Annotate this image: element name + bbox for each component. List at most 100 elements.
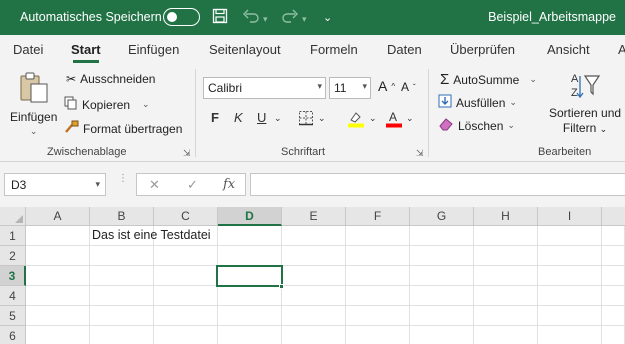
bold-button[interactable]: F: [211, 110, 219, 125]
cell-a2[interactable]: [26, 246, 90, 266]
column-header-e[interactable]: E: [282, 207, 346, 226]
tab-overflow[interactable]: A: [618, 42, 625, 57]
cell-g5[interactable]: [410, 306, 474, 326]
tab-ueberpruefen[interactable]: Überprüfen: [450, 42, 515, 57]
cell-f1[interactable]: [346, 226, 410, 246]
enter-icon[interactable]: ✓: [187, 177, 198, 193]
cell-e1[interactable]: [282, 226, 346, 246]
column-header-g[interactable]: G: [410, 207, 474, 226]
font-color-icon[interactable]: A: [385, 110, 403, 131]
cell-e6[interactable]: [282, 326, 346, 344]
fill-handle[interactable]: [279, 284, 284, 289]
cell-h6[interactable]: [474, 326, 538, 344]
cell-a4[interactable]: [26, 286, 90, 306]
tab-daten[interactable]: Daten: [387, 42, 422, 57]
tab-start[interactable]: Start: [71, 42, 101, 57]
cell-d1[interactable]: [218, 226, 282, 246]
column-header-i[interactable]: I: [538, 207, 602, 226]
paste-button[interactable]: Einfügen ⌄: [10, 71, 57, 137]
sort-filter-button[interactable]: AZ Sortieren und Filtern ⌄: [549, 70, 621, 135]
column-header-j[interactable]: [602, 207, 625, 226]
cell-a1[interactable]: [26, 226, 90, 246]
borders-dropdown-icon[interactable]: ⌄: [318, 113, 326, 124]
cell-d6[interactable]: [218, 326, 282, 344]
font-launcher-icon[interactable]: ⇲: [416, 148, 424, 159]
borders-icon[interactable]: [298, 110, 314, 129]
drag-handle-icon[interactable]: ⋮: [118, 174, 128, 184]
cell-c3[interactable]: [154, 266, 218, 286]
cell-c4[interactable]: [154, 286, 218, 306]
cut-button[interactable]: ✂ Ausschneiden: [66, 72, 155, 86]
cell-i3[interactable]: [538, 266, 602, 286]
cell-g6[interactable]: [410, 326, 474, 344]
cell-h5[interactable]: [474, 306, 538, 326]
cell-e4[interactable]: [282, 286, 346, 306]
autosum-dropdown-icon[interactable]: ⌄: [529, 74, 537, 85]
cell-h1[interactable]: [474, 226, 538, 246]
cell-i5[interactable]: [538, 306, 602, 326]
increase-font-icon[interactable]: A ^: [378, 78, 395, 94]
decrease-font-icon[interactable]: Aˇ: [401, 80, 416, 94]
cell-b4[interactable]: [90, 286, 154, 306]
highlight-dropdown-icon[interactable]: ⌄: [369, 113, 377, 124]
clear-button[interactable]: Löschen ⌄: [438, 117, 515, 134]
cell-b6[interactable]: [90, 326, 154, 344]
tab-einfuegen[interactable]: Einfügen: [128, 42, 179, 57]
cell-d5[interactable]: [218, 306, 282, 326]
italic-button[interactable]: K: [234, 110, 243, 125]
cell-j1[interactable]: [602, 226, 625, 246]
cell-f2[interactable]: [346, 246, 410, 266]
cell-i4[interactable]: [538, 286, 602, 306]
cell-i6[interactable]: [538, 326, 602, 344]
font-size-select[interactable]: 11 ▾: [329, 77, 371, 99]
row-header-3[interactable]: 3: [0, 266, 26, 286]
underline-dropdown-icon[interactable]: ⌄: [274, 113, 282, 124]
row-header-5[interactable]: 5: [0, 306, 26, 326]
cell-c2[interactable]: [154, 246, 218, 266]
row-header-1[interactable]: 1: [0, 226, 26, 246]
cell-g2[interactable]: [410, 246, 474, 266]
cell-a3[interactable]: [26, 266, 90, 286]
cell-b3[interactable]: [90, 266, 154, 286]
autosum-button[interactable]: Σ AutoSumme ⌄: [440, 71, 537, 88]
redo-dropdown-icon[interactable]: ▾: [302, 10, 307, 28]
column-header-d[interactable]: D: [218, 207, 282, 226]
save-icon[interactable]: [212, 8, 228, 29]
autosave-toggle[interactable]: [163, 8, 200, 26]
cell-i2[interactable]: [538, 246, 602, 266]
cell-g3[interactable]: [410, 266, 474, 286]
row-header-2[interactable]: 2: [0, 246, 26, 266]
column-header-a[interactable]: A: [26, 207, 90, 226]
font-color-dropdown-icon[interactable]: ⌄: [406, 113, 414, 124]
cell-h4[interactable]: [474, 286, 538, 306]
cell-j3[interactable]: [602, 266, 625, 286]
fill-button[interactable]: Ausfüllen ⌄: [438, 94, 517, 111]
cell-f4[interactable]: [346, 286, 410, 306]
cell-i1[interactable]: [538, 226, 602, 246]
cell-c1[interactable]: [154, 226, 218, 246]
tab-formeln[interactable]: Formeln: [310, 42, 358, 57]
cell-f6[interactable]: [346, 326, 410, 344]
cell-e2[interactable]: [282, 246, 346, 266]
active-cell-d3[interactable]: [216, 265, 283, 287]
cell-e3[interactable]: [282, 266, 346, 286]
cell-b5[interactable]: [90, 306, 154, 326]
select-all-corner[interactable]: [0, 207, 26, 226]
clipboard-launcher-icon[interactable]: ⇲: [183, 148, 191, 159]
cell-c5[interactable]: [154, 306, 218, 326]
font-name-select[interactable]: Calibri ▾: [203, 77, 326, 99]
row-header-6[interactable]: 6: [0, 326, 26, 344]
redo-icon[interactable]: [281, 8, 299, 29]
cell-j4[interactable]: [602, 286, 625, 306]
cell-c6[interactable]: [154, 326, 218, 344]
cell-a6[interactable]: [26, 326, 90, 344]
copy-dropdown-icon[interactable]: ⌄: [142, 99, 150, 110]
tab-ansicht[interactable]: Ansicht: [547, 42, 590, 57]
customize-icon[interactable]: ⌄: [323, 9, 332, 27]
highlight-icon[interactable]: [347, 110, 365, 131]
tab-seitenlayout[interactable]: Seitenlayout: [209, 42, 281, 57]
cell-a5[interactable]: [26, 306, 90, 326]
cell-g4[interactable]: [410, 286, 474, 306]
formula-input[interactable]: [250, 173, 625, 196]
cell-b2[interactable]: [90, 246, 154, 266]
